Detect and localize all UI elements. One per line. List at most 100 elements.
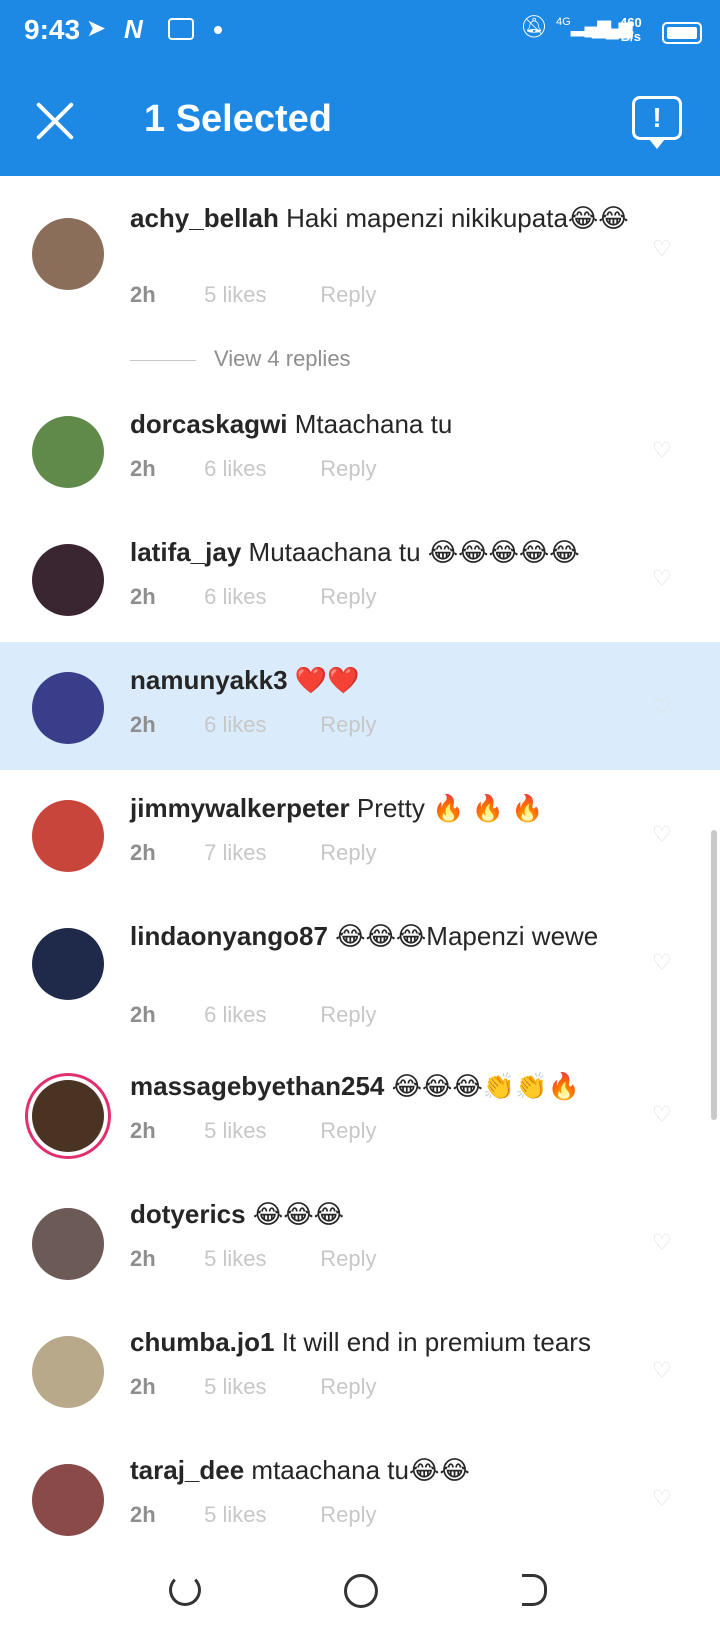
comment-body: massagebyethan254 😂😂😂👏👏🔥 bbox=[130, 1070, 630, 1103]
comment-meta: 2h 5 likes Reply bbox=[130, 1118, 377, 1144]
comment-username[interactable]: massagebyethan254 bbox=[130, 1071, 384, 1101]
avatar[interactable] bbox=[32, 800, 104, 872]
comment-likes[interactable]: 6 likes bbox=[204, 584, 314, 610]
comment-likes[interactable]: 5 likes bbox=[204, 1246, 314, 1272]
comment-meta: 2h 5 likes Reply bbox=[130, 1246, 377, 1272]
reply-button[interactable]: Reply bbox=[320, 1374, 376, 1399]
avatar[interactable] bbox=[32, 928, 104, 1000]
avatar[interactable] bbox=[32, 1336, 104, 1408]
comment-username[interactable]: latifa_jay bbox=[130, 537, 241, 567]
view-replies-button[interactable]: View 4 replies bbox=[130, 346, 351, 372]
comment-username[interactable]: lindaonyango87 bbox=[130, 921, 328, 951]
close-icon[interactable] bbox=[30, 96, 80, 146]
view-replies-line bbox=[130, 359, 196, 361]
status-time: 9:43 bbox=[24, 14, 81, 45]
heart-icon[interactable]: ♡ bbox=[652, 696, 674, 718]
comment-item[interactable]: chumba.jo1 It will end in premium tears … bbox=[0, 1314, 720, 1442]
reply-button[interactable]: Reply bbox=[320, 712, 376, 737]
comment-item[interactable]: jimmywalkerpeter Pretty 🔥 🔥 🔥 2h 7 likes… bbox=[0, 770, 720, 898]
comment-meta: 2h 6 likes Reply bbox=[130, 1002, 377, 1028]
comment-username[interactable]: achy_bellah bbox=[130, 203, 279, 233]
reply-button[interactable]: Reply bbox=[320, 840, 376, 865]
message-icon bbox=[168, 18, 194, 40]
comment-likes[interactable]: 5 likes bbox=[204, 1374, 314, 1400]
heart-icon[interactable]: ♡ bbox=[652, 568, 674, 590]
reply-button[interactable]: Reply bbox=[320, 282, 376, 307]
comments-list[interactable]: achy_bellah Haki mapenzi nikikupata😂😂 2h… bbox=[0, 176, 720, 1544]
comment-likes[interactable]: 6 likes bbox=[204, 712, 314, 738]
comment-item[interactable]: massagebyethan254 😂😂😂👏👏🔥 2h 5 likes Repl… bbox=[0, 1058, 720, 1186]
report-icon[interactable]: ! bbox=[632, 96, 682, 149]
reply-button[interactable]: Reply bbox=[320, 1002, 376, 1027]
battery-icon bbox=[662, 22, 702, 44]
mute-icon: 🔕︎ bbox=[520, 14, 548, 39]
comment-time: 2h bbox=[130, 456, 156, 481]
telegram-icon: ➤ bbox=[86, 15, 107, 42]
heart-icon[interactable]: ♡ bbox=[652, 824, 674, 846]
comment-item[interactable]: lindaonyango87 😂😂😂Mapenzi wewe 2h 6 like… bbox=[0, 898, 720, 1058]
comment-time: 2h bbox=[130, 1502, 156, 1527]
avatar[interactable] bbox=[32, 416, 104, 488]
avatar[interactable] bbox=[32, 544, 104, 616]
comment-likes[interactable]: 5 likes bbox=[204, 1118, 314, 1144]
dot-icon bbox=[214, 26, 222, 34]
avatar-with-story[interactable] bbox=[32, 1080, 104, 1152]
avatar[interactable] bbox=[32, 1208, 104, 1280]
comment-item[interactable]: dotyerics 😂😂😂 2h 5 likes Reply ♡ bbox=[0, 1186, 720, 1314]
recent-apps-icon[interactable] bbox=[169, 1574, 201, 1606]
comment-meta: 2h 5 likes Reply bbox=[130, 1374, 377, 1400]
selection-app-bar: 1 Selected ! bbox=[0, 64, 720, 176]
comment-item[interactable]: latifa_jay Mutaachana tu 😂😂😂😂😂 2h 6 like… bbox=[0, 514, 720, 642]
comment-time: 2h bbox=[130, 712, 156, 737]
comment-time: 2h bbox=[130, 282, 156, 307]
comment-text: It will end in premium tears bbox=[281, 1327, 591, 1357]
comment-item[interactable]: achy_bellah Haki mapenzi nikikupata😂😂 2h… bbox=[0, 176, 720, 386]
comment-likes[interactable]: 6 likes bbox=[204, 456, 314, 482]
comment-text: Haki mapenzi nikikupata😂😂 bbox=[286, 203, 629, 233]
reply-button[interactable]: Reply bbox=[320, 1118, 376, 1143]
comment-meta: 2h 5 likes Reply bbox=[130, 1502, 377, 1528]
back-icon[interactable] bbox=[522, 1574, 547, 1606]
comment-time: 2h bbox=[130, 840, 156, 865]
heart-icon[interactable]: ♡ bbox=[652, 952, 674, 974]
comment-body: latifa_jay Mutaachana tu 😂😂😂😂😂 bbox=[130, 536, 630, 569]
comment-time: 2h bbox=[130, 1246, 156, 1271]
comment-time: 2h bbox=[130, 584, 156, 609]
reply-button[interactable]: Reply bbox=[320, 584, 376, 609]
heart-icon[interactable]: ♡ bbox=[652, 238, 674, 260]
heart-icon[interactable]: ♡ bbox=[652, 1232, 674, 1254]
reply-button[interactable]: Reply bbox=[320, 1502, 376, 1527]
comment-item[interactable]: taraj_dee mtaachana tu😂😂 2h 5 likes Repl… bbox=[0, 1442, 720, 1544]
heart-icon[interactable]: ♡ bbox=[652, 1104, 674, 1126]
avatar[interactable] bbox=[32, 1464, 104, 1536]
home-icon[interactable] bbox=[344, 1574, 378, 1608]
reply-button[interactable]: Reply bbox=[320, 1246, 376, 1271]
comment-username[interactable]: namunyakk3 bbox=[130, 665, 288, 695]
comment-likes[interactable]: 6 likes bbox=[204, 1002, 314, 1028]
network-label: 4G bbox=[556, 16, 571, 28]
comment-likes[interactable]: 7 likes bbox=[204, 840, 314, 866]
comment-username[interactable]: jimmywalkerpeter bbox=[130, 793, 350, 823]
comment-item[interactable]: dorcaskagwi Mtaachana tu 2h 6 likes Repl… bbox=[0, 386, 720, 514]
avatar[interactable] bbox=[32, 672, 104, 744]
comment-text: 😂😂😂 bbox=[252, 1199, 344, 1229]
heart-icon[interactable]: ♡ bbox=[652, 1360, 674, 1382]
comment-body: taraj_dee mtaachana tu😂😂 bbox=[130, 1454, 630, 1487]
selection-title: 1 Selected bbox=[144, 98, 332, 140]
comment-likes[interactable]: 5 likes bbox=[204, 282, 314, 308]
comment-body: dotyerics 😂😂😂 bbox=[130, 1198, 630, 1231]
comment-meta: 2h 7 likes Reply bbox=[130, 840, 377, 866]
comment-text: ❤️❤️ bbox=[294, 665, 360, 695]
status-bar: 9:43 ➤ N 🔕︎ 4G▂▄▆ ▂▄▆ 460 B/s bbox=[0, 0, 720, 64]
comment-username[interactable]: taraj_dee bbox=[130, 1455, 244, 1485]
comment-username[interactable]: chumba.jo1 bbox=[130, 1327, 274, 1357]
avatar[interactable] bbox=[32, 218, 104, 290]
comment-username[interactable]: dotyerics bbox=[130, 1199, 246, 1229]
reply-button[interactable]: Reply bbox=[320, 456, 376, 481]
heart-icon[interactable]: ♡ bbox=[652, 1488, 674, 1510]
scrollbar[interactable] bbox=[711, 830, 717, 1120]
comment-item-selected[interactable]: namunyakk3 ❤️❤️ 2h 6 likes Reply ♡ bbox=[0, 642, 720, 770]
comment-username[interactable]: dorcaskagwi bbox=[130, 409, 288, 439]
comment-likes[interactable]: 5 likes bbox=[204, 1502, 314, 1528]
heart-icon[interactable]: ♡ bbox=[652, 440, 674, 462]
